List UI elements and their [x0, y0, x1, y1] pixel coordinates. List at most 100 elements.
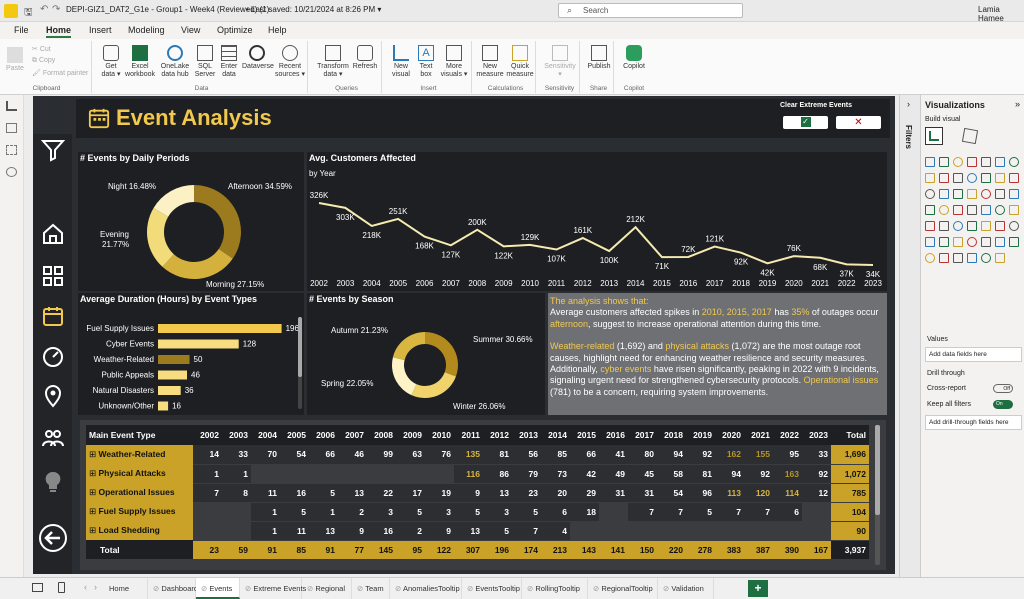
- sql-server-button[interactable]: SQL Server: [194, 45, 216, 79]
- map-pin-icon[interactable]: [41, 384, 65, 408]
- apply-button[interactable]: ✓: [783, 116, 828, 129]
- matrix-column-header[interactable]: 2005: [280, 425, 309, 445]
- visual-type-icon[interactable]: [1009, 205, 1019, 215]
- event-matrix-visual[interactable]: Main Event Type 2002 2003 2004 2005 2006 2007 2…: [80, 420, 886, 570]
- matrix-row-header[interactable]: ⊞ Fuel Supply Issues: [86, 502, 193, 521]
- back-arrow-icon[interactable]: [38, 523, 68, 553]
- visual-type-icon[interactable]: [953, 189, 963, 199]
- menu-file[interactable]: File: [14, 25, 29, 35]
- expand-chevron-icon[interactable]: »: [1015, 99, 1020, 109]
- matrix-row[interactable]: ⊞ Physical Attacks 1 1 116 86 79 73 42 49 45 58 81 9…: [86, 464, 869, 484]
- visual-type-icon[interactable]: [953, 253, 963, 263]
- matrix-column-header[interactable]: 2017: [628, 425, 657, 445]
- undo-icon[interactable]: ↶: [40, 4, 48, 15]
- visual-type-icon[interactable]: [995, 237, 1005, 247]
- menu-home[interactable]: Home: [46, 25, 72, 38]
- visual-type-icon[interactable]: [939, 205, 949, 215]
- visual-type-icon[interactable]: [967, 189, 977, 199]
- visual-type-icon[interactable]: [925, 173, 935, 183]
- tab-anomaliestooltip[interactable]: ⊘ AnomaliesTooltip: [390, 578, 462, 599]
- tab-team[interactable]: ⊘ Team: [352, 578, 390, 599]
- visual-type-icon[interactable]: [953, 237, 963, 247]
- matrix-row[interactable]: ⊞ Operational Issues 7 8 11 16 5 13 22 17 19 9 13 23…: [86, 483, 869, 503]
- duration-bar[interactable]: [158, 401, 169, 411]
- menu-modeling[interactable]: Modeling: [128, 25, 165, 35]
- tab-validation[interactable]: ⊘ Validation: [658, 578, 714, 599]
- matrix-column-header[interactable]: 2008: [367, 425, 396, 445]
- matrix-column-header[interactable]: 2023: [802, 425, 831, 445]
- matrix-row-header[interactable]: ⊞ Operational Issues: [86, 483, 193, 502]
- matrix-row[interactable]: ⊞ Load Shedding 1 11 13 9 16 2 9 13 5 7 4 90: [86, 521, 869, 541]
- visual-type-icon[interactable]: [1009, 157, 1019, 167]
- tabs-next-icon[interactable]: ›: [94, 582, 97, 592]
- customers-line-visual[interactable]: Avg. Customers Affected by Year 326K 2002…: [307, 152, 887, 291]
- duration-bar[interactable]: [158, 355, 190, 364]
- visual-type-icon[interactable]: [939, 157, 949, 167]
- tab-regionaltooltip[interactable]: ⊘ RegionalTooltip: [588, 578, 658, 599]
- model-view-icon[interactable]: [6, 145, 17, 155]
- visual-type-icon[interactable]: [939, 253, 949, 263]
- visual-type-icon[interactable]: [995, 189, 1005, 199]
- visual-type-icon[interactable]: [925, 205, 935, 215]
- visual-type-icon[interactable]: [939, 221, 949, 231]
- visual-type-icon[interactable]: [995, 221, 1005, 231]
- visual-type-icon[interactable]: [925, 253, 935, 263]
- filter-icon[interactable]: [41, 138, 65, 162]
- add-page-button[interactable]: +: [748, 580, 768, 597]
- matrix-column-header[interactable]: 2019: [686, 425, 715, 445]
- visual-type-icon[interactable]: [981, 189, 991, 199]
- visual-type-icon[interactable]: [967, 157, 977, 167]
- tab-regional[interactable]: ⊘ Regional: [302, 578, 352, 599]
- matrix-column-header[interactable]: 2007: [338, 425, 367, 445]
- desktop-view-icon[interactable]: [32, 583, 43, 592]
- menu-view[interactable]: View: [181, 25, 200, 35]
- recent-sources-button[interactable]: Recent sources ▾: [274, 45, 306, 79]
- matrix-column-header[interactable]: 2010: [425, 425, 454, 445]
- matrix-column-header[interactable]: 2015: [570, 425, 599, 445]
- team-icon[interactable]: [41, 426, 65, 450]
- publish-button[interactable]: Publish: [585, 45, 613, 71]
- visual-type-icon[interactable]: [953, 221, 963, 231]
- visual-type-icon[interactable]: [939, 237, 949, 247]
- duration-scrollbar[interactable]: [298, 317, 302, 409]
- search-input[interactable]: ⌕ Search: [558, 3, 743, 18]
- tab-dashboard[interactable]: ⊘ Dashboard: [148, 578, 198, 599]
- visual-type-icon[interactable]: [925, 157, 935, 167]
- table-view-icon[interactable]: [6, 123, 17, 133]
- visual-type-icon[interactable]: [967, 237, 977, 247]
- matrix-column-header[interactable]: 2003: [222, 425, 251, 445]
- visual-type-icon[interactable]: [967, 205, 977, 215]
- visual-type-icon[interactable]: [1009, 189, 1019, 199]
- last-saved[interactable]: • Last saved: 10/21/2024 at 8:26 PM ▾: [246, 5, 381, 14]
- visual-type-icon[interactable]: [981, 205, 991, 215]
- visual-type-icon[interactable]: [1009, 221, 1019, 231]
- tab-eventstooltip[interactable]: ⊘ EventsTooltip: [462, 578, 522, 599]
- matrix-scroll-thumb[interactable]: [875, 425, 880, 515]
- get-data-button[interactable]: Get data ▾: [98, 45, 124, 79]
- transform-data-button[interactable]: Transform data ▾: [316, 45, 350, 79]
- matrix-row-header[interactable]: ⊞ Load Shedding: [86, 521, 193, 540]
- copilot-button[interactable]: Copilot: [619, 45, 649, 71]
- enter-data-button[interactable]: Enter data: [218, 45, 240, 79]
- format-visual-icon[interactable]: [961, 127, 979, 145]
- matrix-column-header[interactable]: 2006: [309, 425, 338, 445]
- visual-type-icon[interactable]: [953, 173, 963, 183]
- matrix-column-header[interactable]: 2021: [744, 425, 773, 445]
- visual-type-icon[interactable]: [953, 205, 963, 215]
- season-slice-autumn[interactable]: [392, 332, 425, 361]
- visual-type-icon[interactable]: [981, 237, 991, 247]
- duration-bar[interactable]: [158, 324, 282, 333]
- new-measure-button[interactable]: New measure: [476, 45, 504, 79]
- matrix-row-header[interactable]: ⊞ Physical Attacks: [86, 464, 193, 483]
- home-icon[interactable]: [41, 222, 65, 246]
- matrix-column-header[interactable]: 2004: [251, 425, 280, 445]
- daily-slice-evening[interactable]: [147, 208, 174, 267]
- dashboard-icon[interactable]: [41, 264, 65, 288]
- cross-report-toggle[interactable]: Off: [993, 384, 1013, 393]
- visual-type-icon[interactable]: [981, 221, 991, 231]
- visual-type-icon[interactable]: [925, 221, 935, 231]
- visual-type-icon[interactable]: [995, 157, 1005, 167]
- sensitivity-button[interactable]: Sensitivity ▾: [542, 45, 578, 79]
- visual-type-icon[interactable]: [925, 189, 935, 199]
- matrix-column-header[interactable]: 2011: [454, 425, 483, 445]
